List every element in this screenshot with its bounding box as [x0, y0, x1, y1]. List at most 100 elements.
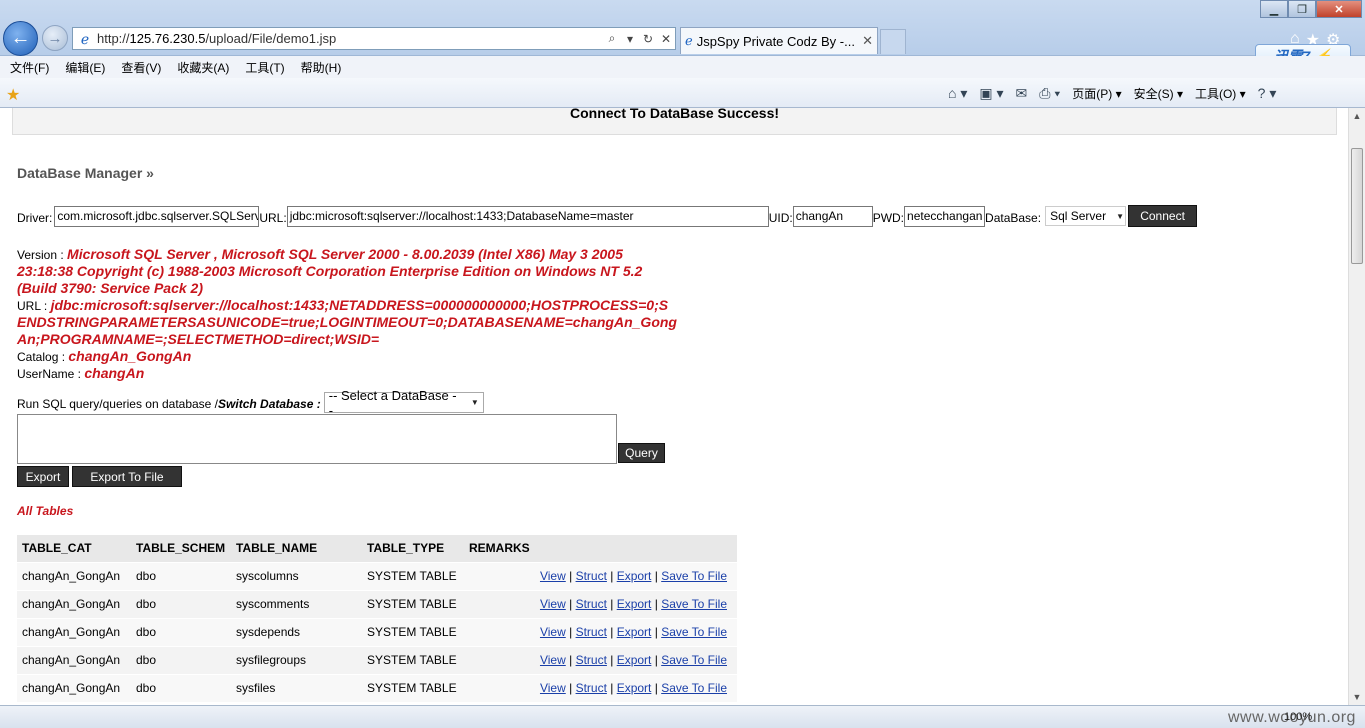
- driver-input[interactable]: com.microsoft.jdbc.sqlserver.SQLServerDr…: [54, 206, 260, 227]
- view-link[interactable]: View: [540, 653, 566, 667]
- col-remarks: REMARKS: [464, 535, 530, 562]
- forward-button[interactable]: →: [42, 25, 68, 51]
- database-label: DataBase:: [985, 211, 1042, 225]
- favorites-add-icon[interactable]: ★: [6, 85, 20, 105]
- username-line: UserName : changAn: [17, 365, 145, 381]
- address-bar[interactable]: ℯ http://125.76.230.5/upload/File/demo1.…: [72, 27, 676, 50]
- cell-remarks: [464, 589, 530, 618]
- menu-tools[interactable]: 工具(T): [245, 59, 284, 76]
- tab-jspspy[interactable]: ℯ JspSpy Private Codz By -... ✕: [680, 27, 878, 54]
- connection-info: Version : Microsoft SQL Server , Microso…: [17, 246, 677, 382]
- dropdown-icon[interactable]: ▾: [621, 32, 639, 46]
- refresh-icon[interactable]: ↻: [639, 32, 657, 46]
- database-select[interactable]: Sql Server ▼: [1045, 206, 1127, 226]
- cell-actions: View | Struct | Export | Save To File: [529, 673, 737, 702]
- col-actions: [529, 535, 737, 562]
- view-link[interactable]: View: [540, 625, 566, 639]
- save-to-file-link[interactable]: Save To File: [661, 653, 727, 667]
- cell-table-name: sysfiles: [231, 673, 362, 702]
- connect-status-box: Connect To DataBase Success!: [12, 108, 1337, 135]
- struct-link[interactable]: Struct: [576, 681, 607, 695]
- run-sql-label: Run SQL query/queries on database /: [17, 397, 219, 411]
- search-icon[interactable]: ⌕: [603, 31, 621, 46]
- address-url[interactable]: http://125.76.230.5/upload/File/demo1.js…: [97, 31, 603, 46]
- link-separator: |: [651, 597, 662, 611]
- window-minimize-button[interactable]: ▁: [1260, 0, 1288, 18]
- cell-table-schem: dbo: [131, 589, 231, 618]
- tab-close-icon[interactable]: ✕: [862, 33, 873, 49]
- export-to-file-button[interactable]: Export To File: [72, 466, 182, 487]
- view-link[interactable]: View: [540, 597, 566, 611]
- pwd-label: PWD:: [872, 211, 905, 225]
- save-to-file-link[interactable]: Save To File: [661, 681, 727, 695]
- all-tables-heading: All Tables: [17, 504, 74, 518]
- menu-cmd-tools[interactable]: 工具(O) ▾: [1195, 85, 1246, 102]
- link-separator: |: [606, 597, 617, 611]
- sql-query-row: Run SQL query/queries on database / Swit…: [17, 388, 484, 418]
- scroll-up-icon[interactable]: ▲: [1349, 108, 1365, 124]
- zoom-level[interactable]: 100%: [1284, 711, 1312, 723]
- menu-safety[interactable]: 安全(S) ▾: [1134, 85, 1183, 102]
- chevron-down-icon: ▼: [1116, 211, 1125, 221]
- new-tab-button[interactable]: [880, 29, 906, 54]
- menu-help[interactable]: 帮助(H): [301, 59, 342, 76]
- cell-table-type: SYSTEM TABLE: [362, 561, 464, 590]
- rss-icon[interactable]: ▣ ▾: [979, 85, 1003, 102]
- struct-link[interactable]: Struct: [576, 569, 607, 583]
- version-value: Microsoft SQL Server , Microsoft SQL Ser…: [17, 246, 643, 296]
- cell-table-cat: changAn_GongAn: [17, 561, 131, 590]
- url-input[interactable]: jdbc:microsoft:sqlserver://localhost:143…: [286, 206, 769, 227]
- menu-page[interactable]: 页面(P) ▾: [1072, 85, 1121, 102]
- print-icon[interactable]: ⎙ ▾: [1039, 85, 1060, 102]
- mail-icon[interactable]: ✉: [1016, 85, 1028, 102]
- link-separator: |: [606, 681, 617, 696]
- sql-textarea[interactable]: [17, 414, 617, 464]
- scroll-thumb[interactable]: [1351, 148, 1363, 264]
- menu-view[interactable]: 查看(V): [121, 59, 161, 76]
- vertical-scrollbar[interactable]: ▲ ▼: [1348, 108, 1365, 705]
- back-arrow-icon: ←: [10, 27, 31, 49]
- stop-icon[interactable]: ✕: [657, 32, 675, 46]
- uid-input[interactable]: changAn: [792, 206, 873, 227]
- struct-link[interactable]: Struct: [576, 597, 607, 611]
- menu-favorites[interactable]: 收藏夹(A): [177, 59, 229, 76]
- table-row: changAn_GongAn dbo sysdepends SYSTEM TABLE V…: [17, 617, 737, 646]
- export-link[interactable]: Export: [617, 681, 652, 695]
- window-close-button[interactable]: ✕: [1316, 0, 1362, 18]
- view-link[interactable]: View: [540, 681, 566, 695]
- save-to-file-link[interactable]: Save To File: [661, 569, 727, 583]
- connect-button[interactable]: Connect: [1128, 205, 1198, 227]
- cell-actions: View | Struct | Export | Save To File: [529, 561, 737, 590]
- struct-link[interactable]: Struct: [576, 625, 607, 639]
- ie-page-icon: ℯ: [80, 30, 90, 47]
- forward-arrow-icon: →: [47, 29, 63, 47]
- export-link[interactable]: Export: [617, 625, 652, 639]
- help-icon[interactable]: ? ▾: [1258, 85, 1277, 102]
- page-viewport: Connect To DataBase Success! DataBase Ma…: [0, 108, 1348, 705]
- scroll-down-icon[interactable]: ▼: [1349, 689, 1365, 705]
- home-icon[interactable]: ⌂ ▾: [948, 85, 967, 102]
- ie-tab-icon: ℯ: [685, 33, 693, 48]
- driver-label: Driver:: [17, 211, 53, 225]
- url-info-line: URL : jdbc:microsoft:sqlserver://localho…: [17, 297, 677, 347]
- struct-link[interactable]: Struct: [576, 653, 607, 667]
- cell-table-schem: dbo: [131, 673, 231, 702]
- switch-database-select[interactable]: -- Select a DataBase -- ▼: [323, 388, 484, 418]
- export-link[interactable]: Export: [617, 653, 652, 667]
- export-link[interactable]: Export: [617, 597, 652, 611]
- menu-file[interactable]: 文件(F): [10, 59, 49, 76]
- pwd-input[interactable]: netecchangan: [904, 206, 986, 227]
- view-link[interactable]: View: [540, 569, 566, 583]
- window-maximize-button[interactable]: ❐: [1288, 0, 1316, 18]
- export-button[interactable]: Export: [17, 466, 69, 487]
- save-to-file-link[interactable]: Save To File: [661, 597, 727, 611]
- query-button[interactable]: Query: [618, 443, 665, 463]
- chevron-down-icon: ▼: [470, 398, 479, 407]
- back-button[interactable]: ←: [3, 21, 38, 56]
- save-to-file-link[interactable]: Save To File: [661, 625, 727, 639]
- catalog-value: changAn_GongAn: [68, 348, 192, 364]
- cell-table-type: SYSTEM TABLE: [362, 673, 464, 702]
- link-separator: |: [651, 569, 662, 583]
- export-link[interactable]: Export: [617, 569, 652, 583]
- menu-edit[interactable]: 编辑(E): [65, 59, 105, 76]
